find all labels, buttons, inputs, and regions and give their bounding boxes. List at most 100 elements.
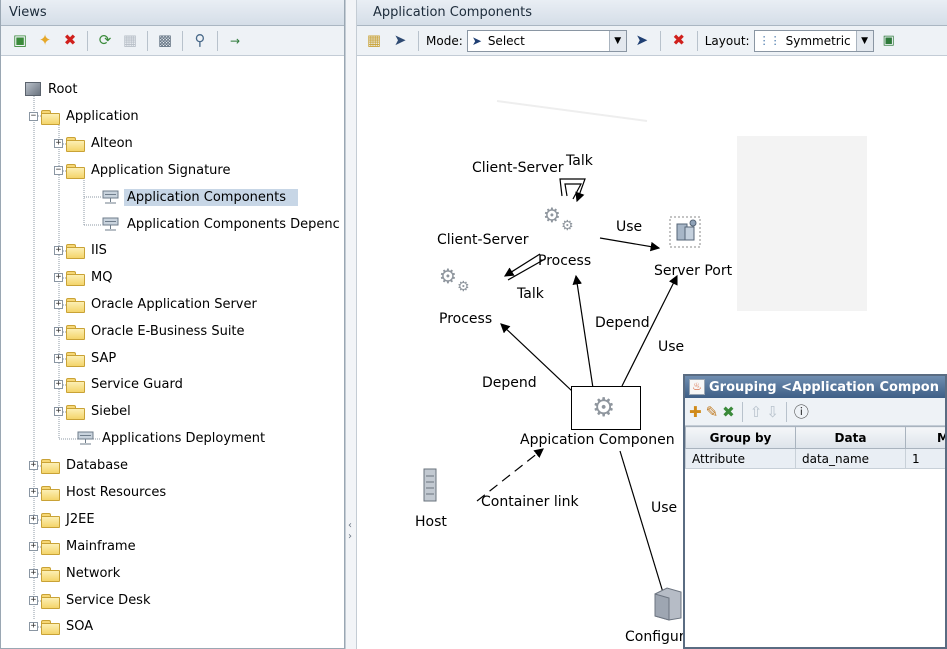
go-to-icon[interactable]: → — [224, 30, 246, 52]
tree-node-alteon[interactable]: Alteon — [66, 132, 136, 154]
tree-node-oracle-application-server[interactable]: Oracle Application Server — [66, 293, 260, 315]
collapse-toggle[interactable]: − — [29, 112, 38, 121]
expand-toggle[interactable]: + — [54, 139, 63, 148]
node-label-process[interactable]: Process — [538, 253, 591, 269]
edge-label-talk: Talk — [517, 286, 544, 302]
tree-node-siebel[interactable]: Siebel — [66, 400, 134, 422]
gear-icon[interactable]: ⚙ — [543, 205, 561, 225]
tree-node-mainframe[interactable]: Mainframe — [41, 535, 139, 557]
delete-icon[interactable]: ✖ — [668, 30, 690, 52]
layout-label: Layout: — [704, 33, 750, 48]
tree-node-application-signature[interactable]: Application Signature — [66, 159, 233, 181]
layout-icon[interactable]: ▦ — [363, 30, 385, 52]
save-icon[interactable]: ▦ — [119, 30, 141, 52]
new-view-icon[interactable]: ▣ — [9, 30, 31, 52]
delete-icon[interactable]: ✖ — [59, 30, 81, 52]
column-header[interactable]: Mi — [905, 426, 945, 449]
chevron-left-icon[interactable]: ‹ › — [348, 520, 352, 542]
edge-label-depend: Depend — [595, 315, 650, 331]
grouping-dialog-title[interactable]: ♨ Grouping <Application Compon — [685, 376, 945, 398]
expand-toggle[interactable]: + — [54, 354, 63, 363]
server-port-icon[interactable] — [669, 216, 701, 248]
node-label-host[interactable]: Host — [415, 514, 447, 530]
panel-splitter[interactable]: ‹ › — [345, 0, 357, 649]
star-icon[interactable]: ✦ — [34, 30, 56, 52]
toolbar-divider — [182, 30, 183, 51]
table-cell[interactable]: data_name — [795, 448, 906, 469]
edge-label-talk: Talk — [566, 153, 593, 169]
tree-node-application-components-dependency[interactable]: Application Components Depenc — [102, 213, 343, 235]
tree-node-mq[interactable]: MQ — [66, 266, 115, 288]
layout-select[interactable]: ⋮⋮ Symmetric ▼ — [753, 29, 874, 52]
tree-node-iis[interactable]: IIS — [66, 239, 110, 261]
grouping-table: Group by Data Mi Attribute data_name 1 — [685, 426, 945, 469]
mode-label: Mode: — [426, 33, 463, 48]
collapse-toggle[interactable]: − — [54, 166, 63, 175]
table-row[interactable]: Attribute data_name 1 — [685, 448, 945, 469]
folder-icon — [66, 404, 85, 420]
expand-toggle[interactable]: + — [54, 380, 63, 389]
configuration-icon[interactable] — [653, 586, 683, 622]
tree-node-application-components[interactable]: Application Components — [102, 186, 299, 208]
tree-node-oracle-ebusiness-suite[interactable]: Oracle E-Business Suite — [66, 320, 248, 342]
properties-icon[interactable]: ▩ — [154, 30, 176, 52]
toolbar-divider — [217, 30, 218, 51]
expand-toggle[interactable]: + — [54, 327, 63, 336]
expand-toggle[interactable]: + — [54, 407, 63, 416]
expand-toggle[interactable]: + — [54, 300, 63, 309]
tree-node-root[interactable]: Root — [25, 78, 80, 100]
table-cell[interactable]: Attribute — [685, 448, 796, 469]
gear-icon: ⚙ — [592, 393, 616, 423]
tree-connector-lines — [33, 96, 101, 628]
expand-toggle[interactable]: + — [29, 569, 38, 578]
find-icon[interactable]: ⚲ — [189, 30, 211, 52]
pointer-icon[interactable]: ➤ — [631, 30, 653, 52]
chevron-down-icon[interactable]: ▼ — [608, 30, 626, 51]
expand-toggle[interactable]: + — [29, 596, 38, 605]
grouping-dialog[interactable]: ♨ Grouping <Application Compon ✚ ✎ ✖ ⇧ ⇩… — [683, 374, 947, 649]
views-panel-title: Views — [1, 0, 344, 26]
expand-toggle[interactable]: + — [29, 488, 38, 497]
tree-node-host-resources[interactable]: Host Resources — [41, 481, 169, 503]
refresh-icon[interactable]: ⟳ — [94, 30, 116, 52]
node-label-server-port[interactable]: Server Port — [654, 263, 732, 279]
application-component-node[interactable]: ⚙ — [571, 386, 641, 430]
gear-icon[interactable]: ⚙ — [439, 266, 457, 286]
column-header[interactable]: Group by — [685, 426, 796, 449]
node-label-application-component[interactable]: Appication Componen — [520, 432, 675, 448]
expand-toggle[interactable]: + — [29, 515, 38, 524]
remove-icon[interactable]: ✖ — [722, 403, 735, 421]
view-toolbar: ▦ ➤ Mode: ➤ Select ▼ ➤ ✖ Layout: ⋮⋮ Symm… — [357, 26, 947, 56]
chevron-down-icon[interactable]: ▼ — [855, 30, 873, 51]
move-up-icon[interactable]: ⇧ — [750, 403, 763, 421]
help-icon[interactable]: ⓘ — [794, 401, 809, 422]
expand-toggle[interactable]: + — [29, 461, 38, 470]
tree-node-network[interactable]: Network — [41, 562, 123, 584]
tree-node-service-guard[interactable]: Service Guard — [66, 373, 186, 395]
folder-icon — [66, 243, 85, 259]
expand-toggle[interactable]: + — [29, 542, 38, 551]
expand-toggle[interactable]: + — [54, 273, 63, 282]
expand-toggle[interactable]: + — [54, 246, 63, 255]
folder-icon — [66, 270, 85, 286]
move-down-icon[interactable]: ⇩ — [766, 403, 779, 421]
tree-node-applications-deployment[interactable]: Applications Deployment — [77, 427, 268, 449]
fit-to-window-icon[interactable]: ▣ — [878, 30, 900, 52]
folder-icon — [66, 377, 85, 393]
host-icon[interactable] — [423, 468, 437, 502]
tree-node-service-desk[interactable]: Service Desk — [41, 589, 154, 611]
tree-node-sap[interactable]: SAP — [66, 347, 119, 369]
tree-node-soa[interactable]: SOA — [41, 615, 96, 637]
pointer-pen-icon[interactable]: ➤ — [389, 30, 411, 52]
tree-node-application[interactable]: Application — [41, 105, 142, 127]
folder-icon — [41, 619, 60, 635]
mode-select[interactable]: ➤ Select ▼ — [466, 29, 627, 52]
add-icon[interactable]: ✚ — [689, 403, 702, 421]
table-cell[interactable]: 1 — [905, 448, 945, 469]
node-label-process[interactable]: Process — [439, 311, 492, 327]
tree-node-database[interactable]: Database — [41, 454, 131, 476]
edit-icon[interactable]: ✎ — [706, 403, 719, 421]
column-header[interactable]: Data — [795, 426, 906, 449]
expand-toggle[interactable]: + — [29, 622, 38, 631]
tree-node-j2ee[interactable]: J2EE — [41, 508, 98, 530]
